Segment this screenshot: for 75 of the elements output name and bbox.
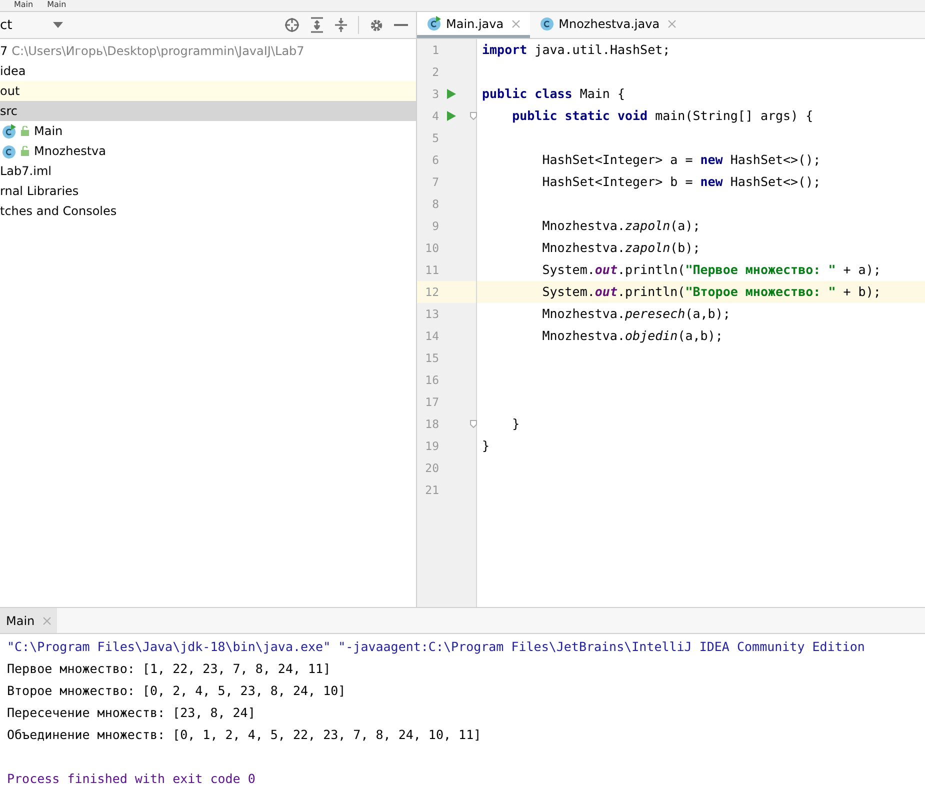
collapse-all-icon[interactable] <box>334 17 348 33</box>
class-run-icon <box>427 16 442 31</box>
line-number: 5 <box>431 131 439 145</box>
code-line: } <box>511 416 520 431</box>
settings-icon[interactable] <box>369 18 384 32</box>
tree-item[interactable]: 7 C:\Users\Игорь\Desktop\programmin\JavaIJ\Lab7 <box>0 41 416 61</box>
lock-icon <box>21 126 30 136</box>
tree-item[interactable]: rnal Libraries <box>0 181 416 201</box>
code-line: public class Main { <box>482 86 625 101</box>
line-number: 13 <box>424 307 439 321</box>
tree-item[interactable]: out <box>0 81 416 101</box>
tree-item[interactable]: Mnozhestva <box>0 141 416 161</box>
lock-icon <box>21 146 30 156</box>
breadcrumb-item[interactable]: Main <box>47 0 66 11</box>
line-number: 4 <box>431 109 439 123</box>
line-number: 20 <box>424 461 439 475</box>
class-icon <box>540 16 555 31</box>
close-icon[interactable] <box>42 616 51 624</box>
line-number: 2 <box>431 65 439 79</box>
run-icon[interactable] <box>447 89 456 99</box>
close-icon[interactable] <box>512 20 520 28</box>
console-line: Первое множество: [1, 22, 23, 7, 8, 24, 11] <box>7 661 331 676</box>
tree-item[interactable]: Lab7.iml <box>0 161 416 181</box>
line-number: 10 <box>424 241 439 255</box>
line-number: 17 <box>424 395 439 409</box>
console-line: Process finished with exit code 0 <box>7 771 256 786</box>
code-line: HashSet<Integer> b = new HashSet<>(); <box>541 174 821 189</box>
code-line: import java.util.HashSet; <box>482 42 670 57</box>
code-line: System.out.println("Первое множество: " + a); <box>541 262 881 277</box>
fold-icon[interactable] <box>470 420 477 428</box>
tree-item[interactable]: src <box>0 101 416 121</box>
tree-item[interactable]: idea <box>0 61 416 81</box>
locate-icon[interactable] <box>284 17 300 33</box>
line-number: 14 <box>424 329 439 343</box>
line-number: 19 <box>424 439 439 453</box>
expand-all-icon[interactable] <box>310 17 324 33</box>
run-tab[interactable]: Main <box>0 608 57 633</box>
editor-tab[interactable]: Mnozhestva.java <box>530 12 686 38</box>
line-number: 9 <box>431 219 439 233</box>
line-number: 1 <box>431 43 439 57</box>
console-line: Пересечение множеств: [23, 8, 24] <box>7 705 256 720</box>
breadcrumb-item[interactable]: Main <box>14 0 34 11</box>
line-number: 3 <box>431 87 439 101</box>
fold-icon[interactable] <box>470 112 477 120</box>
dropdown-icon[interactable] <box>52 21 64 29</box>
code-line: Mnozhestva.objedin(a,b); <box>541 328 723 343</box>
line-number: 16 <box>424 373 439 387</box>
line-number: 6 <box>431 153 439 167</box>
code-line: Mnozhestva.zapoln(a); <box>541 218 700 233</box>
code-line: Mnozhestva.peresech(a,b); <box>541 306 730 321</box>
line-number: 11 <box>424 263 439 277</box>
close-icon[interactable] <box>668 20 676 28</box>
line-number: 8 <box>431 197 439 211</box>
editor-tab[interactable]: Main.java <box>417 12 530 38</box>
line-number: 18 <box>424 417 439 431</box>
run-icon[interactable] <box>447 111 456 121</box>
tree-item[interactable]: Main <box>0 121 416 141</box>
line-number: 12 <box>424 285 439 299</box>
console-line: Второе множество: [0, 2, 4, 5, 23, 8, 24, 10] <box>7 683 346 698</box>
class-run-icon <box>2 124 17 138</box>
code-line: Mnozhestva.zapoln(b); <box>541 240 700 255</box>
line-number: 7 <box>431 175 439 189</box>
console-line: "C:\Program Files\Java\jdk-18\bin\java.exe" "-javaagent:C:\Program Files\JetBrains\IntelliJ IDEA Community Edition <box>7 639 865 654</box>
minimize-icon[interactable] <box>394 23 408 27</box>
class-icon <box>2 144 17 158</box>
panel-title: ct <box>0 18 12 32</box>
code-line: HashSet<Integer> a = new HashSet<>(); <box>541 152 821 167</box>
code-line: } <box>482 438 490 453</box>
line-number: 21 <box>424 483 439 497</box>
project-path: C:\Users\Игорь\Desktop\programmin\JavaIJ\Lab7 <box>12 44 304 58</box>
code-line: System.out.println("Второе множество: " + b); <box>541 284 881 299</box>
code-line: public static void main(String[] args) { <box>511 108 814 123</box>
console-line: Объединение множеств: [0, 1, 2, 4, 5, 22, 23, 7, 8, 24, 10, 11] <box>7 727 482 742</box>
line-number: 15 <box>424 351 439 365</box>
tree-item[interactable]: tches and Consoles <box>0 201 416 221</box>
